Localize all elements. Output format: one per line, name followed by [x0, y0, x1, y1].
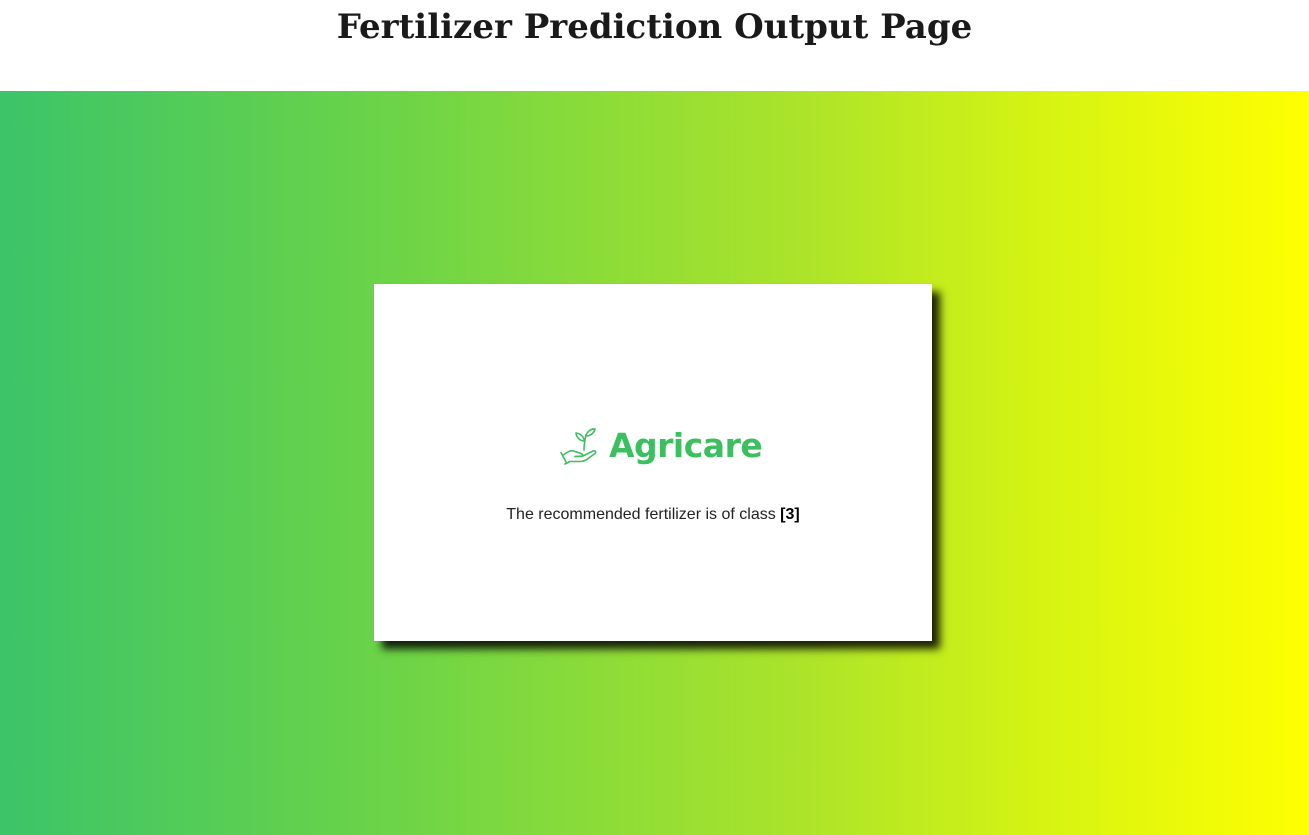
- brand-logo: Agricare: [560, 424, 763, 468]
- result-card: Agricare The recommended fertilizer is o…: [374, 284, 932, 641]
- result-text: The recommended fertilizer is of class: [506, 506, 781, 523]
- result-class-value: [3]: [780, 506, 800, 523]
- brand-name: Agricare: [609, 426, 763, 465]
- page-header: Fertilizer Prediction Output Page: [0, 0, 1309, 91]
- plant-in-hand-icon: [560, 428, 597, 465]
- prediction-result: The recommended fertilizer is of class […: [374, 506, 932, 524]
- page-title: Fertilizer Prediction Output Page: [336, 7, 973, 47]
